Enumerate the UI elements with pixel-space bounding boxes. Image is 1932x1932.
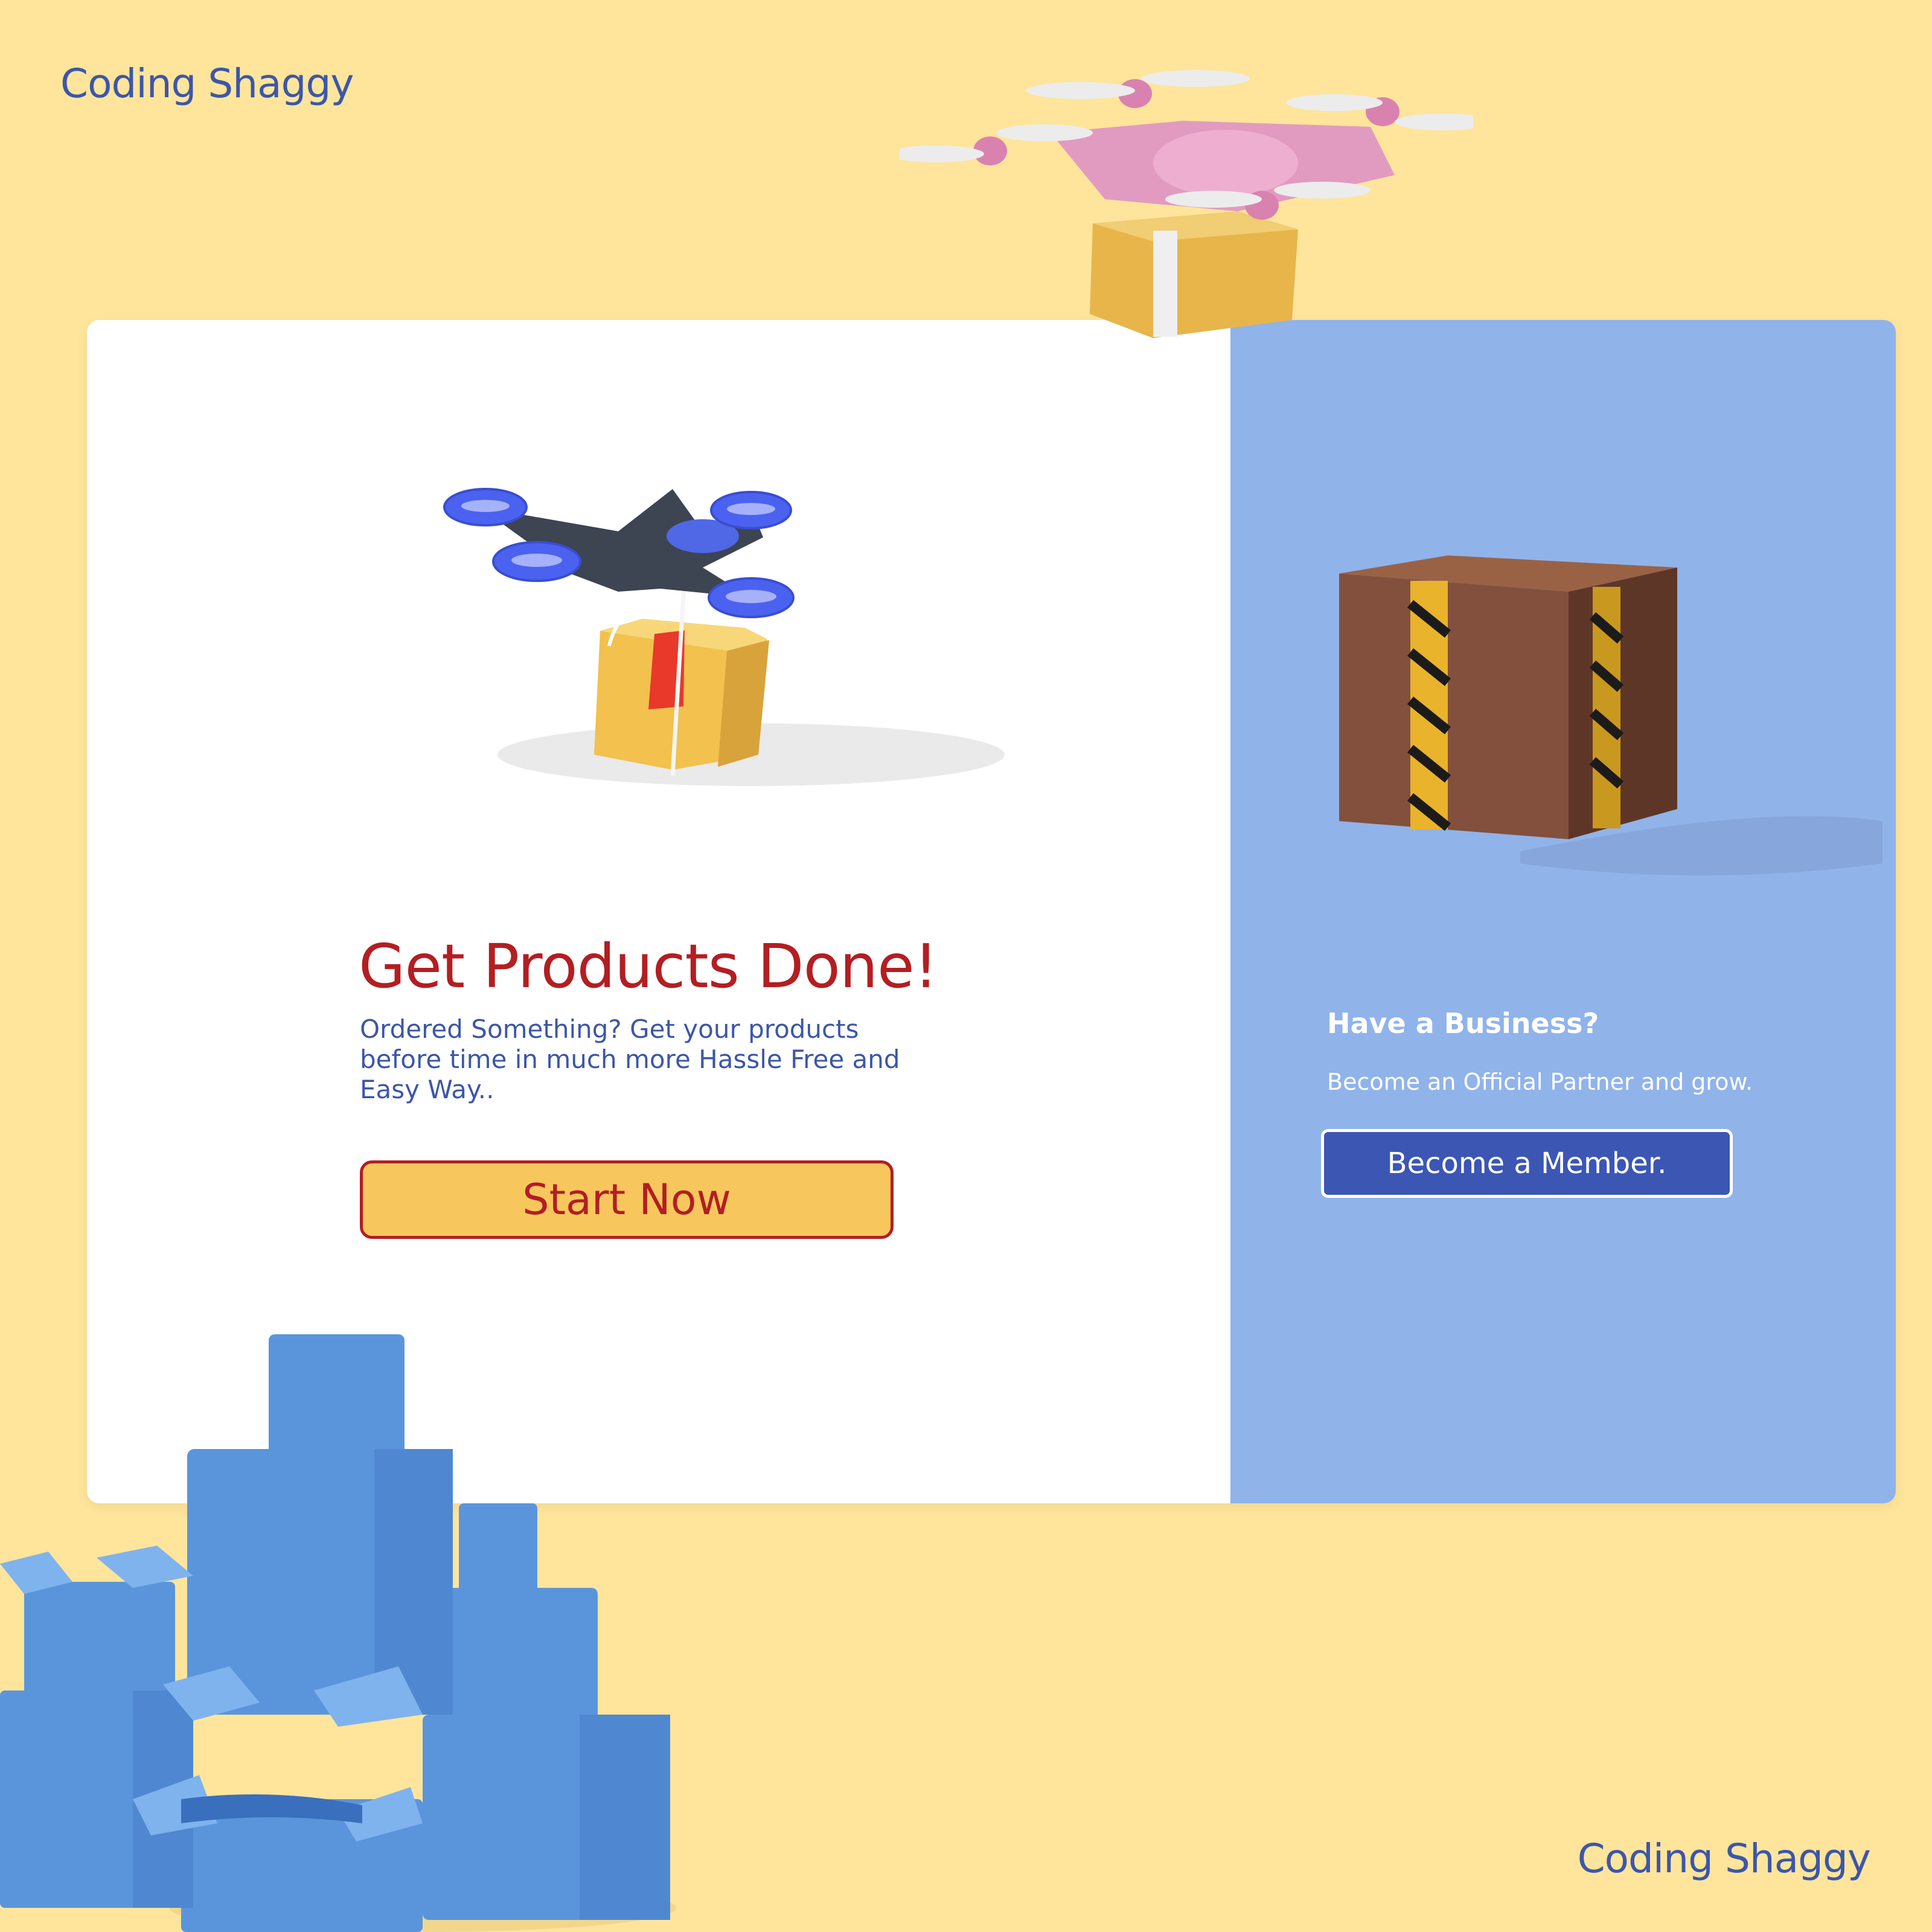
taped-parcel-icon	[1339, 555, 1882, 875]
drone-with-package-icon	[443, 488, 1005, 786]
hero-headline: Get Products Done!	[359, 931, 938, 1002]
business-subtitle: Become an Official Partner and grow.	[1327, 1069, 1753, 1095]
main-card: Get Products Done! Ordered Something? Ge…	[87, 320, 1896, 1503]
blue-box-stack-icon	[0, 1334, 676, 1932]
pink-drone-icon	[900, 70, 1473, 338]
business-title: Have a Business?	[1327, 1007, 1599, 1040]
brand-logo-bottom: Coding Shaggy	[1577, 1835, 1871, 1882]
business-panel: Have a Business? Become an Official Part…	[1230, 320, 1896, 1503]
start-now-button[interactable]: Start Now	[360, 1160, 894, 1239]
brand-logo-top: Coding Shaggy	[60, 60, 354, 107]
become-member-button[interactable]: Become a Member.	[1321, 1129, 1733, 1198]
hero-description: Ordered Something? Get your products bef…	[360, 1014, 900, 1104]
